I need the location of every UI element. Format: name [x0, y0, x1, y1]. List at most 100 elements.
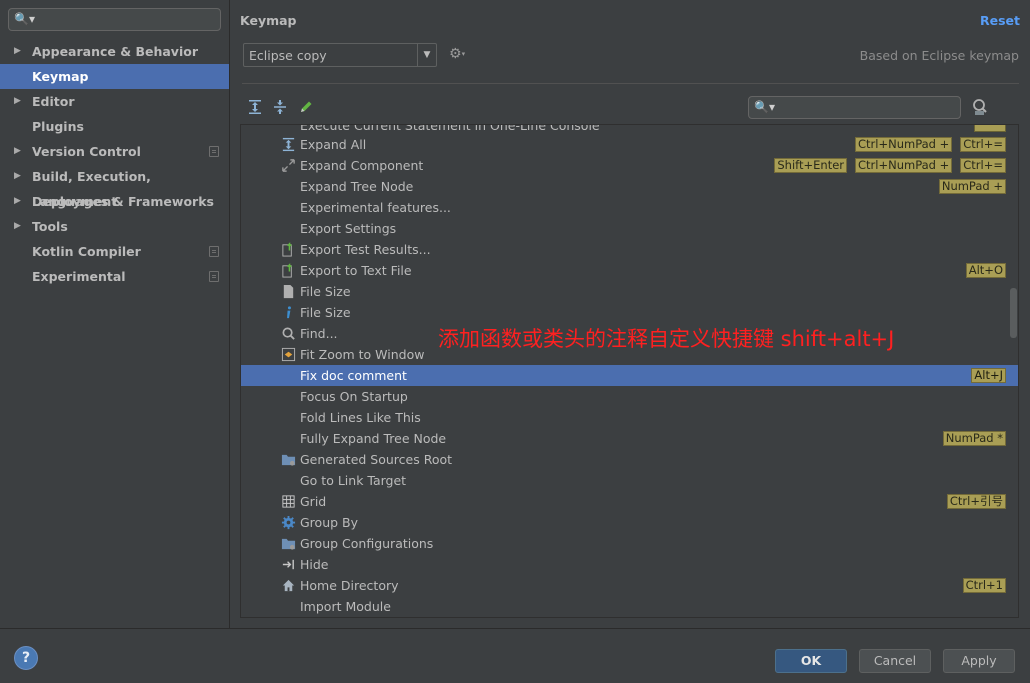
settings-sidebar: 🔍▾ ▶ Appearance & Behavior Keymap ▶ Editor…: [0, 0, 230, 628]
expand-arrow-icon[interactable]: ▶: [14, 139, 21, 164]
list-item[interactable]: Group By: [241, 512, 1018, 533]
action-name: Expand Tree Node: [300, 179, 414, 194]
collapse-all-icon[interactable]: [272, 99, 288, 115]
divider: [242, 83, 1019, 84]
grid-icon: [281, 494, 296, 509]
action-name: Expand Component: [300, 158, 424, 173]
list-item[interactable]: Export to Text File Alt+O: [241, 260, 1018, 281]
action-name: File Size: [300, 284, 351, 299]
shortcut-badge: Ctrl+=: [960, 158, 1006, 173]
help-icon[interactable]: ?: [14, 646, 38, 670]
based-on-label: Based on Eclipse keymap: [859, 48, 1019, 63]
list-item[interactable]: Fully Expand Tree Node NumPad *: [241, 428, 1018, 449]
export-icon: [281, 242, 296, 257]
sidebar-item-keymap[interactable]: Keymap: [0, 64, 229, 89]
action-rows: Expand All Ctrl+NumPad + Ctrl+= Expand Comp…: [241, 134, 1018, 617]
action-name: Find...: [300, 326, 338, 341]
sidebar-item-build[interactable]: ▶ Build, Execution, Deployment: [0, 164, 229, 209]
sidebar-item-editor[interactable]: ▶ Editor: [0, 89, 229, 114]
action-name: Group Configurations: [300, 536, 434, 551]
expand-arrow-icon[interactable]: ▶: [14, 214, 21, 239]
annotation-text: 添加函数或类头的注释自定义快捷键 shift+alt+J: [438, 327, 895, 351]
list-item[interactable]: Expand All Ctrl+NumPad + Ctrl+=: [241, 134, 1018, 155]
shortcut-badge: Ctrl+引号: [946, 494, 1006, 509]
action-name: Fully Expand Tree Node: [300, 431, 447, 446]
expand-arrow-icon[interactable]: ▶: [14, 39, 21, 64]
action-name: Fit Zoom to Window: [300, 347, 425, 362]
list-item[interactable]: Hide: [241, 554, 1018, 575]
list-item[interactable]: Expand Tree Node NumPad +: [241, 176, 1018, 197]
find-by-shortcut-icon[interactable]: [971, 98, 989, 116]
cancel-button[interactable]: Cancel: [859, 649, 931, 673]
apply-button[interactable]: Apply: [943, 649, 1015, 673]
shortcut-group: Alt+O: [965, 263, 1006, 278]
folder-icon: [281, 452, 296, 467]
list-item[interactable]: Export Test Results...: [241, 239, 1018, 260]
sidebar-item-version-control[interactable]: ▶ Version Control: [0, 139, 229, 164]
pencil-icon[interactable]: [298, 99, 314, 115]
shortcut-badge: NumPad +: [938, 179, 1006, 194]
expand-arrow-icon[interactable]: ▶: [14, 164, 21, 189]
sidebar-item-tools[interactable]: ▶ Tools: [0, 214, 229, 239]
action-name: Fix doc comment: [300, 368, 407, 383]
list-item[interactable]: Fix doc comment Alt+J: [241, 365, 1018, 386]
list-item[interactable]: Import Module: [241, 596, 1018, 617]
settings-nav: ▶ Appearance & Behavior Keymap ▶ Editor Pl…: [0, 39, 229, 289]
chevron-down-icon[interactable]: ▼: [417, 44, 436, 66]
dialog-footer: ? OK Cancel Apply: [0, 628, 1030, 683]
keymap-panel: Keymap Reset Eclipse copy ▼ ⚙▾ Based on …: [231, 0, 1030, 628]
info-icon: [281, 305, 296, 320]
list-item[interactable]: Expand Component Shift+Enter Ctrl+NumPad +…: [241, 155, 1018, 176]
expand-component-icon: [281, 158, 296, 173]
list-item[interactable]: Fold Lines Like This: [241, 407, 1018, 428]
page-title: Keymap: [240, 13, 297, 28]
list-item[interactable]: File Size: [241, 302, 1018, 323]
hide-icon: [281, 557, 296, 572]
expand-arrow-icon[interactable]: ▶: [14, 189, 21, 214]
sidebar-item-kotlin-compiler[interactable]: Kotlin Compiler: [0, 239, 229, 264]
sidebar-item-languages[interactable]: ▶ Languages & Frameworks: [0, 189, 229, 214]
shortcut-group: NumPad +: [938, 179, 1006, 194]
shortcut-badge: [974, 125, 1006, 132]
action-name: Home Directory: [300, 578, 399, 593]
action-name: Group By: [300, 515, 359, 530]
list-item[interactable]: File Size: [241, 281, 1018, 302]
action-name: Go to Link Target: [300, 473, 407, 488]
shortcut-filter-input[interactable]: 🔍▾: [748, 96, 961, 119]
scrollbar-thumb[interactable]: [1010, 288, 1017, 338]
sidebar-item-experimental[interactable]: Experimental: [0, 264, 229, 289]
keymap-select-value: Eclipse copy: [249, 48, 327, 63]
shortcut-group: Ctrl+引号: [946, 494, 1006, 509]
reset-link[interactable]: Reset: [980, 13, 1020, 28]
action-name: Export to Text File: [300, 263, 412, 278]
shortcut-group: Alt+J: [971, 368, 1006, 383]
list-item[interactable]: Focus On Startup: [241, 386, 1018, 407]
gear-icon[interactable]: ⚙▾: [449, 46, 465, 62]
home-icon: [281, 578, 296, 593]
action-name: Hide: [300, 557, 329, 572]
ok-button[interactable]: OK: [775, 649, 847, 673]
list-item[interactable]: Experimental features...: [241, 197, 1018, 218]
keymap-select[interactable]: Eclipse copy ▼: [243, 43, 437, 67]
sidebar-item-appearance[interactable]: ▶ Appearance & Behavior: [0, 39, 229, 64]
export-icon: [281, 263, 296, 278]
shortcut-group: Ctrl+NumPad + Ctrl+=: [855, 137, 1006, 152]
list-item[interactable]: Home Directory Ctrl+1: [241, 575, 1018, 596]
list-item[interactable]: Go to Link Target: [241, 470, 1018, 491]
expand-all-icon[interactable]: [247, 99, 263, 115]
action-list[interactable]: Execute Current Statement in One-Line Co…: [240, 124, 1019, 618]
expand-arrow-icon[interactable]: ▶: [14, 89, 21, 114]
sidebar-item-plugins[interactable]: Plugins: [0, 114, 229, 139]
expand-all-icon: [281, 137, 296, 152]
list-item[interactable]: Generated Sources Root: [241, 449, 1018, 470]
project-scope-icon: [209, 146, 219, 157]
list-item[interactable]: Execute Current Statement in One-Line Co…: [300, 125, 600, 133]
list-item[interactable]: Export Settings: [241, 218, 1018, 239]
list-item[interactable]: Grid Ctrl+引号: [241, 491, 1018, 512]
shortcut-badge: Alt+O: [965, 263, 1006, 278]
action-name: Experimental features...: [300, 200, 451, 215]
shortcut-badge: Ctrl+1: [962, 578, 1006, 593]
settings-search-input[interactable]: 🔍▾: [8, 8, 221, 31]
shortcut-badge: Shift+Enter: [774, 158, 848, 173]
list-item[interactable]: Group Configurations: [241, 533, 1018, 554]
